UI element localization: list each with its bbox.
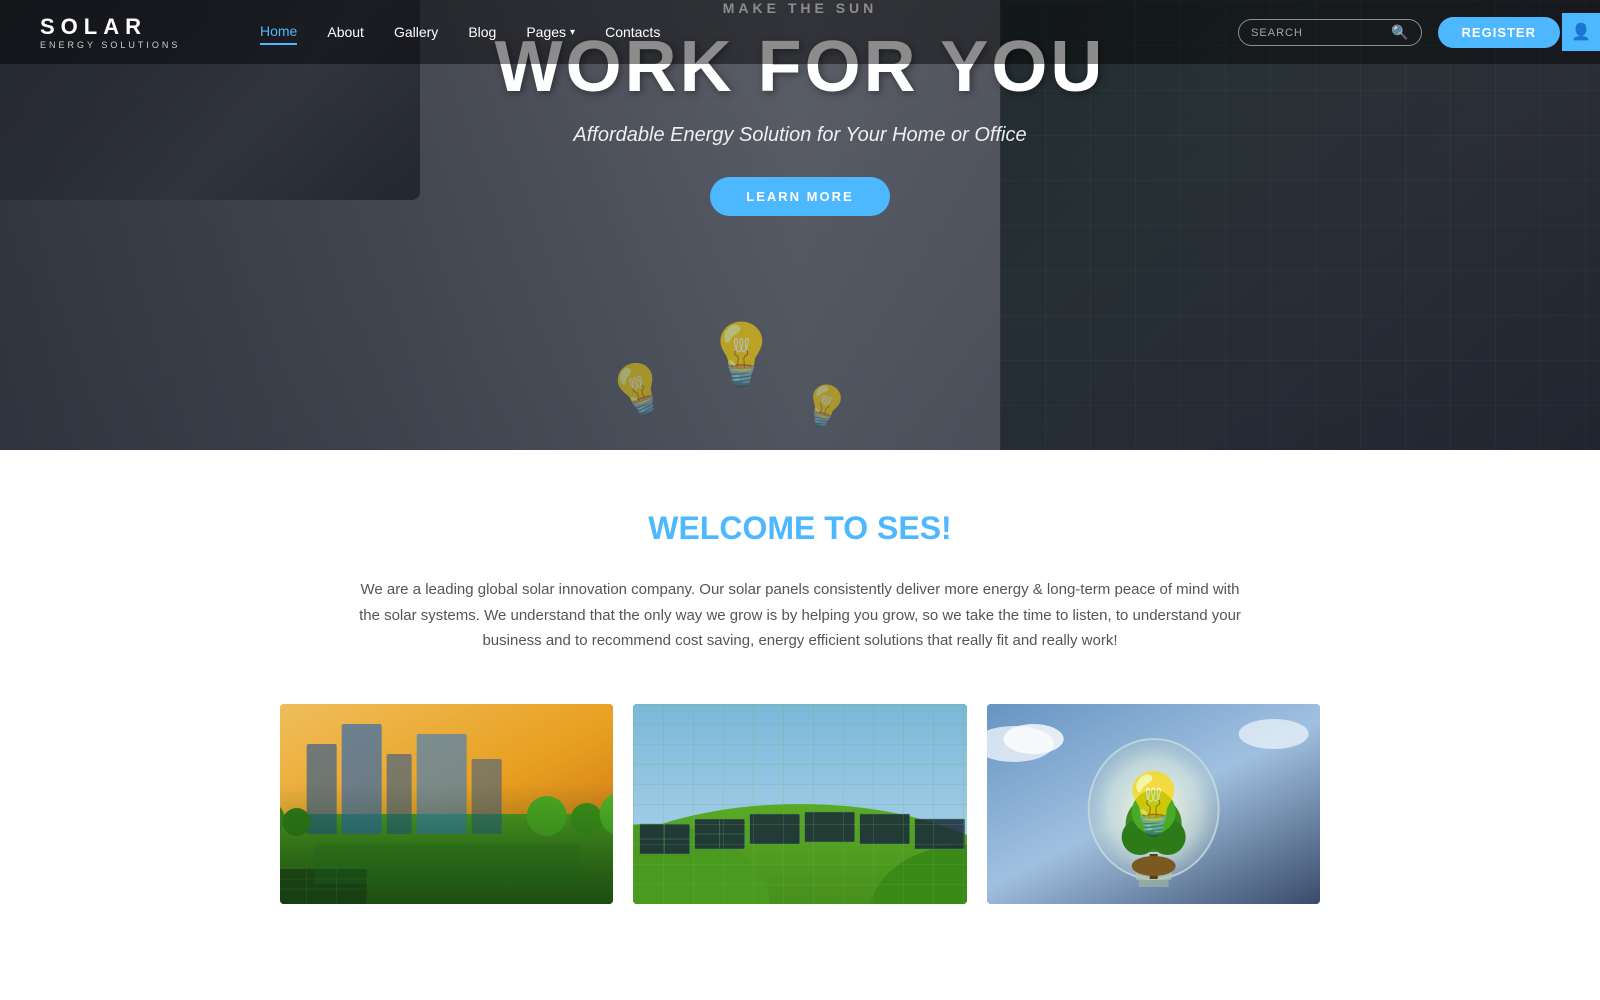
image-card-panels[interactable]	[633, 704, 966, 904]
user-icon-button[interactable]: 👤	[1562, 13, 1600, 51]
decor-bulb-2: 💡	[704, 319, 779, 390]
nav-link-blog[interactable]: Blog	[468, 20, 496, 44]
nav-link-gallery[interactable]: Gallery	[394, 20, 438, 44]
nav-link-home[interactable]: Home	[260, 19, 297, 45]
search-box: 🔍	[1238, 19, 1421, 46]
nav-links: Home About Gallery Blog Pages ▾ Contacts	[260, 19, 1238, 45]
user-icon: 👤	[1571, 22, 1591, 42]
welcome-section: WELCOME TO SES! We are a leading global …	[0, 450, 1600, 944]
logo-subtitle: ENERGY SOLUTIONS	[40, 40, 200, 50]
hero-cta-button[interactable]: LEARN MORE	[710, 177, 889, 216]
search-input[interactable]	[1251, 25, 1391, 39]
image-card-city[interactable]	[280, 704, 613, 904]
bulb-svg	[987, 704, 1320, 904]
nav-link-about[interactable]: About	[327, 20, 364, 44]
nav-link-contacts[interactable]: Contacts	[605, 20, 660, 44]
image-cards	[40, 704, 1560, 904]
hero-section: 💡 💡 💡 SOLAR ENERGY SOLUTIONS Home About …	[0, 0, 1600, 450]
city-svg	[280, 704, 613, 904]
welcome-title: WELCOME TO SES!	[40, 510, 1560, 547]
nav-link-pages[interactable]: Pages ▾	[526, 20, 575, 44]
welcome-description: We are a leading global solar innovation…	[350, 577, 1250, 654]
hero-subtitle: Affordable Energy Solution for Your Home…	[0, 124, 1600, 147]
chevron-down-icon: ▾	[570, 27, 575, 38]
register-button[interactable]: REGISTER	[1438, 17, 1560, 48]
logo[interactable]: SOLAR ENERGY SOLUTIONS	[40, 14, 200, 50]
navbar: SOLAR ENERGY SOLUTIONS Home About Galler…	[0, 0, 1600, 64]
welcome-brand: SES!	[877, 510, 952, 546]
image-card-bulb[interactable]	[987, 704, 1320, 904]
logo-title: SOLAR	[40, 14, 200, 40]
search-icon-button[interactable]: 🔍	[1391, 24, 1408, 41]
